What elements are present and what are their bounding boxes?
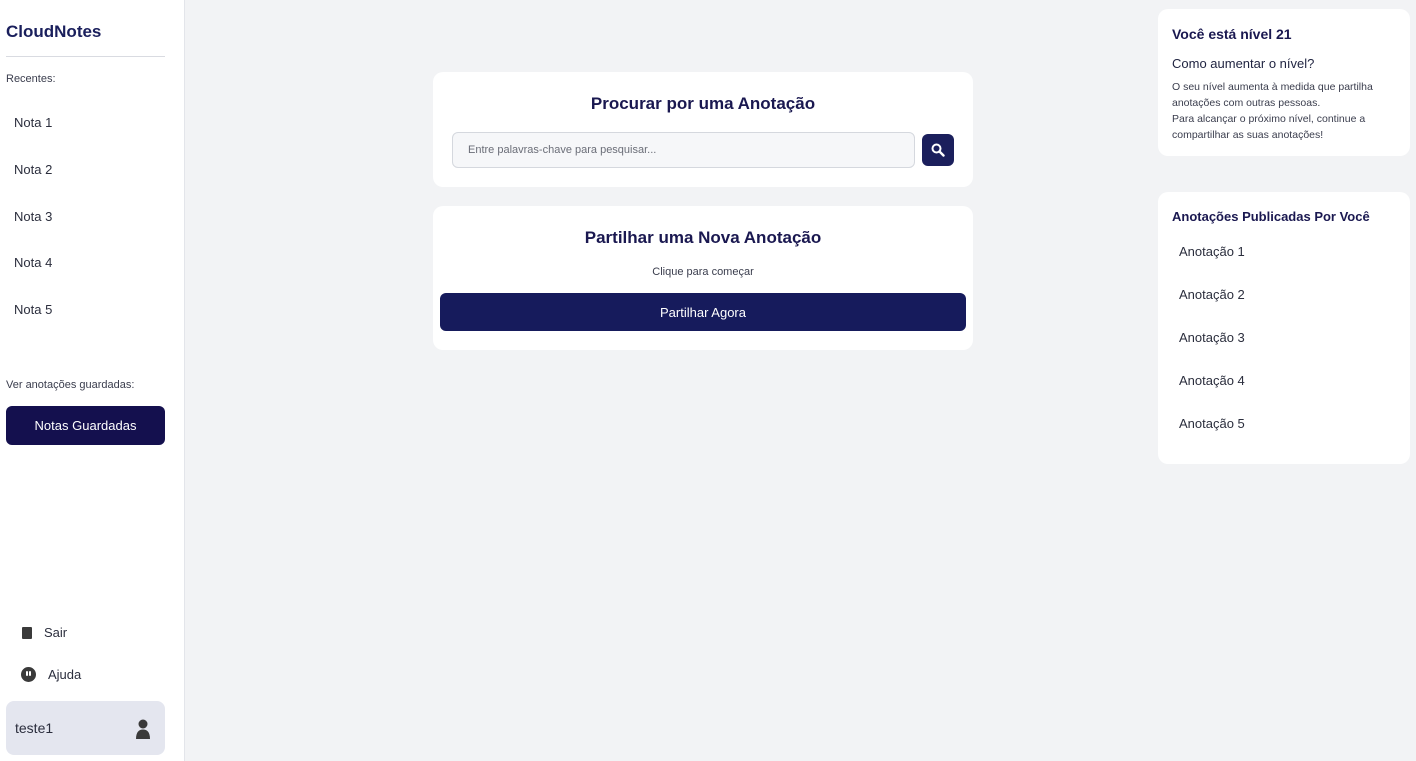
recent-item[interactable]: Nota 2 bbox=[14, 162, 52, 177]
logout-icon bbox=[22, 626, 32, 639]
published-note-item[interactable]: Anotação 5 bbox=[1179, 416, 1245, 431]
level-description-line: O seu nível aumenta à medida que partilh… bbox=[1172, 81, 1373, 109]
level-title: Você está nível 21 bbox=[1172, 26, 1292, 42]
saved-notes-button[interactable]: Notas Guardadas bbox=[6, 406, 165, 445]
help-link[interactable]: Ajuda bbox=[21, 667, 81, 682]
user-name: teste1 bbox=[15, 720, 54, 736]
published-note-item[interactable]: Anotação 2 bbox=[1179, 287, 1245, 302]
level-card: Você está nível 21 Como aumentar o nível… bbox=[1158, 9, 1410, 156]
recent-item[interactable]: Nota 4 bbox=[14, 255, 52, 270]
published-note-item[interactable]: Anotação 3 bbox=[1179, 330, 1245, 345]
level-description-line: Para alcançar o próximo nível, continue … bbox=[1172, 113, 1366, 141]
recent-item[interactable]: Nota 5 bbox=[14, 302, 52, 317]
sidebar: CloudNotes Recentes: Nota 1 Nota 2 Nota … bbox=[0, 0, 185, 761]
help-label: Ajuda bbox=[48, 667, 82, 682]
published-notes-title: Anotações Publicadas Por Você bbox=[1172, 209, 1370, 224]
logout-label: Sair bbox=[44, 625, 68, 640]
level-description: O seu nível aumenta à medida que partilh… bbox=[1172, 79, 1402, 143]
recent-item[interactable]: Nota 3 bbox=[14, 209, 52, 224]
share-now-button[interactable]: Partilhar Agora bbox=[440, 293, 966, 331]
search-icon bbox=[931, 143, 945, 157]
user-profile-card[interactable]: teste1 bbox=[6, 701, 165, 755]
search-title: Procurar por uma Anotação bbox=[590, 94, 816, 113]
logout-link[interactable]: Sair bbox=[21, 625, 67, 640]
recent-label: Recentes: bbox=[6, 73, 56, 85]
search-input[interactable] bbox=[452, 132, 915, 168]
search-card: Procurar por uma Anotação bbox=[433, 72, 973, 187]
saved-notes-label: Ver anotações guardadas: bbox=[6, 379, 135, 391]
brand-logo[interactable]: CloudNotes bbox=[6, 22, 101, 42]
published-note-item[interactable]: Anotação 1 bbox=[1179, 244, 1245, 259]
published-note-item[interactable]: Anotação 4 bbox=[1179, 373, 1245, 388]
published-notes-card: Anotações Publicadas Por Você Anotação 1… bbox=[1158, 192, 1410, 464]
recent-item[interactable]: Nota 1 bbox=[14, 115, 52, 130]
share-card: Partilhar uma Nova Anotação Clique para … bbox=[433, 206, 973, 350]
divider bbox=[6, 56, 165, 57]
help-icon bbox=[21, 667, 36, 682]
share-subtitle: Clique para começar bbox=[652, 266, 754, 278]
user-icon bbox=[136, 719, 150, 739]
share-title: Partilhar uma Nova Anotação bbox=[584, 228, 822, 247]
search-button[interactable] bbox=[922, 134, 954, 166]
level-subtitle: Como aumentar o nível? bbox=[1172, 56, 1315, 71]
